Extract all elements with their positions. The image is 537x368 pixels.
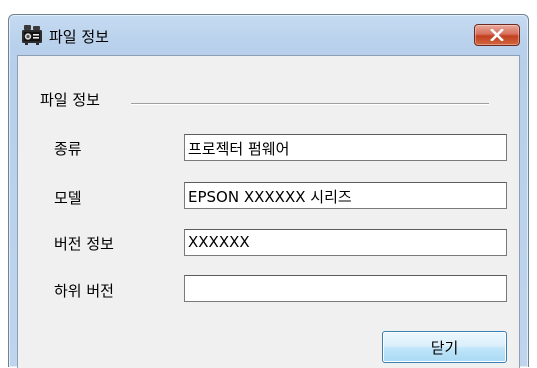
dialog-content: 파일 정보 종류 프로젝터 펌웨어 모델 EPSON XXXXXX 시리즈 버전… [17, 55, 520, 368]
sub-version-label: 하위 버전 [54, 282, 114, 300]
version-label: 버전 정보 [54, 235, 114, 253]
group-divider [131, 103, 489, 105]
window-title: 파일 정보 [49, 28, 109, 46]
group-title: 파일 정보 [40, 91, 100, 109]
file-info-dialog: 파일 정보 파일 정보 종류 프로젝터 펌웨어 모델 EPSON XXXXXX … [8, 14, 529, 368]
close-button[interactable]: 닫기 [382, 331, 507, 363]
type-label: 종류 [54, 140, 82, 158]
sub-version-field[interactable] [184, 275, 507, 302]
projector-icon [21, 24, 43, 46]
title-bar[interactable]: 파일 정보 [9, 15, 528, 55]
model-field[interactable]: EPSON XXXXXX 시리즈 [184, 182, 507, 209]
version-field[interactable]: XXXXXX [184, 229, 507, 256]
close-icon [490, 29, 504, 41]
type-field[interactable]: 프로젝터 펌웨어 [184, 134, 507, 161]
model-label: 모델 [54, 189, 82, 207]
window-close-button[interactable] [474, 24, 520, 46]
